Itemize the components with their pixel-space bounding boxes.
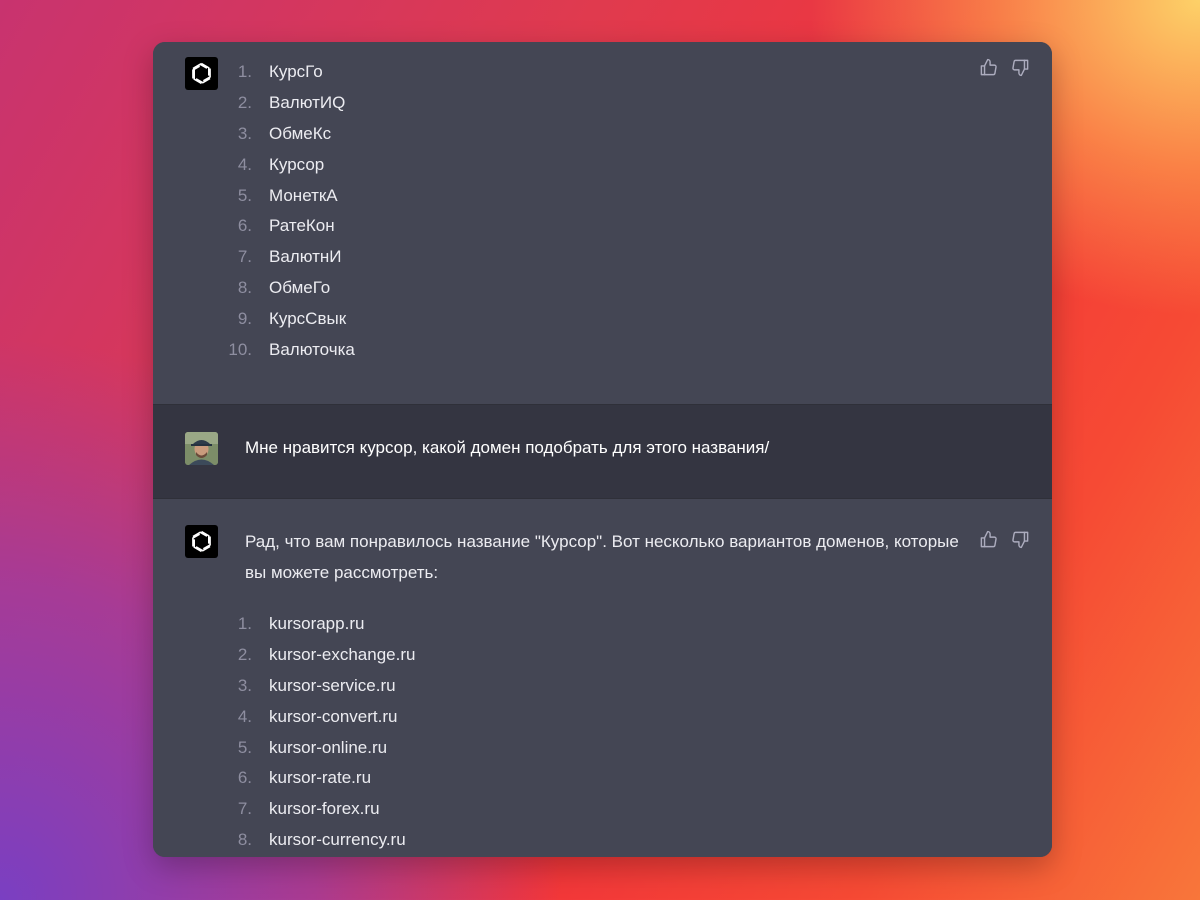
name-suggestion-item: 7. ВалютнИ (223, 242, 355, 273)
list-item-number: 9. (237, 308, 252, 328)
list-item-number: 3. (237, 123, 252, 143)
name-suggestion-item: 1. КурсГо (223, 57, 355, 88)
list-item-number: 7. (237, 799, 252, 819)
list-item-number: 3. (237, 675, 252, 695)
list-item-text: ВалютнИ (269, 247, 342, 267)
list-item-text: КурсГо (269, 62, 323, 82)
feedback-buttons (979, 530, 1030, 549)
list-item-text: ОбмеКс (269, 123, 332, 143)
list-item-text: ОбмеГо (269, 277, 331, 297)
domain-suggestion-item: 3. kursor-service.ru (223, 671, 415, 702)
list-item-text: kursor-service.ru (269, 675, 396, 695)
domain-suggestions-list: 1. kursorapp.ru 2. kursor-exchange.ru 3. kurs… (223, 609, 416, 856)
name-suggestion-item: 4. Курсор (223, 149, 355, 180)
list-item-text: МонеткА (269, 185, 338, 205)
name-suggestions-list: 1. КурсГо 2. ВалютИQ 3. ОбмеКс 4. Курсор 5. Монет… (223, 57, 355, 365)
list-item-number: 5. (237, 737, 252, 757)
list-item-text: kursor-rate.ru (269, 768, 372, 788)
domain-suggestion-item: 8. kursor-currency.ru (223, 825, 415, 856)
list-item-number: 4. (237, 154, 252, 174)
list-item-text: kursor-convert.ru (269, 706, 398, 726)
list-item-text: kursor-exchange.ru (269, 645, 416, 665)
domain-suggestion-item: 6. kursor-rate.ru (223, 763, 415, 794)
list-item-number: 10. (228, 339, 252, 359)
thumbs-up-icon[interactable] (979, 530, 998, 549)
feedback-buttons (979, 58, 1030, 77)
list-item-text: РатеКон (269, 216, 335, 236)
list-item-text: КурсСвык (269, 308, 347, 328)
user-message: Мне нравится курсор, какой домен подобра… (153, 404, 1052, 499)
chat-window: 1. КурсГо 2. ВалютИQ 3. ОбмеКс 4. Курсор 5. Монет… (153, 42, 1052, 857)
list-item-text: ВалютИQ (269, 93, 346, 113)
assistant-message-1: 1. КурсГо 2. ВалютИQ 3. ОбмеКс 4. Курсор 5. Монет… (153, 42, 1052, 404)
name-suggestion-item: 6. РатеКон (223, 211, 355, 242)
list-item-number: 5. (237, 185, 252, 205)
list-item-number: 4. (237, 706, 252, 726)
name-suggestion-item: 10. Валюточка (223, 334, 355, 365)
list-item-number: 8. (237, 829, 252, 849)
name-suggestion-item: 3. ОбмеКс (223, 119, 355, 150)
chatgpt-logo-icon (185, 57, 218, 90)
name-suggestion-item: 9. КурсСвык (223, 303, 355, 334)
name-suggestion-item: 5. МонеткА (223, 180, 355, 211)
list-item-text: Курсор (269, 154, 325, 174)
assistant-message-2: Рад, что вам понравилось название "Курсо… (153, 499, 1052, 857)
name-suggestion-item: 2. ВалютИQ (223, 88, 355, 119)
domain-suggestion-item: 4. kursor-convert.ru (223, 701, 415, 732)
list-item-number: 2. (237, 93, 252, 113)
list-item-number: 6. (237, 216, 252, 236)
list-item-number: 8. (237, 277, 252, 297)
name-suggestion-item: 8. ОбмеГо (223, 273, 355, 304)
list-item-text: kursor-forex.ru (269, 799, 380, 819)
domain-suggestion-item: 5. kursor-online.ru (223, 732, 415, 763)
thumbs-up-icon[interactable] (979, 58, 998, 77)
user-avatar (185, 432, 218, 465)
list-item-number: 2. (237, 645, 252, 665)
list-item-text: Валюточка (269, 339, 355, 359)
assistant-intro-text: Рад, что вам понравилось название "Курсо… (245, 532, 959, 582)
user-message-text: Мне нравится курсор, какой домен подобра… (245, 438, 770, 457)
list-item-number: 7. (237, 247, 252, 267)
domain-suggestion-item: 2. kursor-exchange.ru (223, 640, 416, 671)
domain-suggestion-item: 7. kursor-forex.ru (223, 794, 415, 825)
list-item-text: kursor-online.ru (269, 737, 388, 757)
list-item-number: 6. (237, 768, 252, 788)
domain-suggestion-item: 1. kursorapp.ru (223, 609, 415, 640)
list-item-number: 1. (237, 614, 252, 634)
list-item-text: kursorapp.ru (269, 614, 365, 634)
list-item-number: 1. (237, 62, 252, 82)
thumbs-down-icon[interactable] (1011, 58, 1030, 77)
chatgpt-logo-icon (185, 525, 218, 558)
thumbs-down-icon[interactable] (1011, 530, 1030, 549)
list-item-text: kursor-currency.ru (269, 829, 406, 849)
